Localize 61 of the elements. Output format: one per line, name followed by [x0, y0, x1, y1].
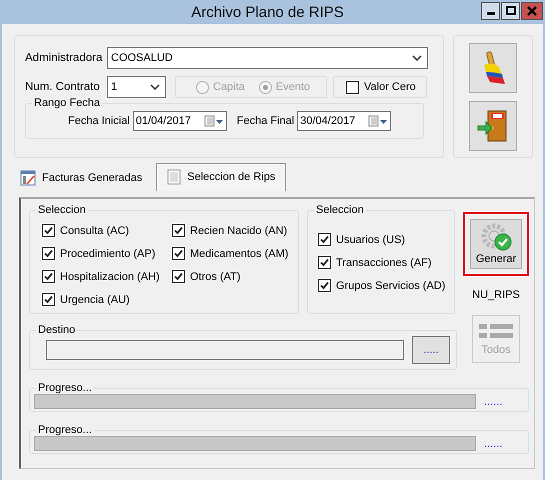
check-icon	[319, 234, 330, 245]
chevron-down-icon	[150, 84, 160, 90]
checkbox[interactable]: Urgencia (AU)	[42, 288, 172, 311]
check-icon	[43, 225, 54, 236]
nu-rips-label: NU_RIPS	[472, 289, 520, 301]
date-picker[interactable]: 30/04/2017	[297, 111, 392, 131]
progress-link[interactable]: ......	[484, 396, 502, 408]
chevron-down-icon	[412, 55, 422, 61]
group-title: Progreso...	[37, 382, 93, 394]
checkbox[interactable]: Otros (AT)	[172, 265, 298, 288]
group-title: Progreso...	[37, 424, 93, 436]
check-icon	[319, 280, 330, 291]
group-title: Destino	[37, 324, 76, 336]
contrato-dropdown[interactable]: 1	[107, 76, 166, 98]
close-icon	[527, 6, 537, 16]
valor-cero-checkbox[interactable]: Valor Cero	[346, 80, 416, 94]
generar-button[interactable]: Generar	[470, 219, 522, 269]
checkbox[interactable]: Medicamentos (AM)	[172, 242, 298, 265]
radio-option: Capita	[196, 80, 245, 94]
check-icon	[173, 271, 184, 282]
check-icon	[43, 271, 54, 282]
browse-button[interactable]: .....	[412, 336, 450, 364]
field-label: Num. Contrato	[25, 81, 101, 93]
check-icon	[319, 257, 330, 268]
checkbox[interactable]: Hospitalizacion (AH)	[42, 265, 172, 288]
list-icon	[478, 322, 514, 340]
exit-button[interactable]	[469, 101, 518, 151]
clean-button[interactable]	[469, 43, 518, 93]
checkbox[interactable]: Grupos Servicios (AD)	[318, 274, 454, 297]
checkbox[interactable]: Usuarios (US)	[318, 228, 454, 251]
field-label: Administradora	[25, 52, 104, 64]
calendar-icon	[368, 115, 388, 127]
minimize-button[interactable]	[481, 2, 500, 20]
destino-field[interactable]	[46, 340, 404, 360]
todos-button: Todos	[472, 315, 520, 363]
close-button[interactable]	[521, 2, 543, 20]
checkbox[interactable]: Consulta (AC)	[42, 219, 172, 242]
tab[interactable]: Facturas Generadas	[18, 165, 150, 191]
checkbox[interactable]: Procedimiento (AP)	[42, 242, 172, 265]
date-label: Fecha Inicial	[68, 115, 130, 127]
group-title: Rango Fecha	[33, 97, 102, 109]
check-icon	[173, 248, 184, 259]
progress-link[interactable]: ......	[484, 438, 502, 450]
date-label: Fecha Final	[236, 115, 294, 127]
group-title: Seleccion	[37, 204, 87, 216]
radio-option: Evento	[258, 80, 310, 94]
check-icon	[173, 225, 184, 236]
maximize-icon	[506, 6, 516, 16]
window-title: Archivo Plano de RIPS	[191, 4, 344, 20]
maximize-button[interactable]	[501, 2, 520, 20]
date-picker[interactable]: 01/04/2017	[132, 111, 227, 131]
check-icon	[43, 294, 54, 305]
document-icon	[167, 169, 182, 185]
administradora-dropdown[interactable]: COOSALUD	[107, 47, 428, 69]
group-title: Seleccion	[315, 204, 365, 216]
checkbox[interactable]: Recien Nacido (AN)	[172, 219, 298, 242]
check-icon	[43, 248, 54, 259]
checkbox[interactable]: Transacciones (AF)	[318, 251, 454, 274]
calendar-icon	[204, 115, 224, 127]
chart-icon	[20, 170, 36, 186]
tab[interactable]: Seleccion de Rips	[156, 163, 286, 191]
